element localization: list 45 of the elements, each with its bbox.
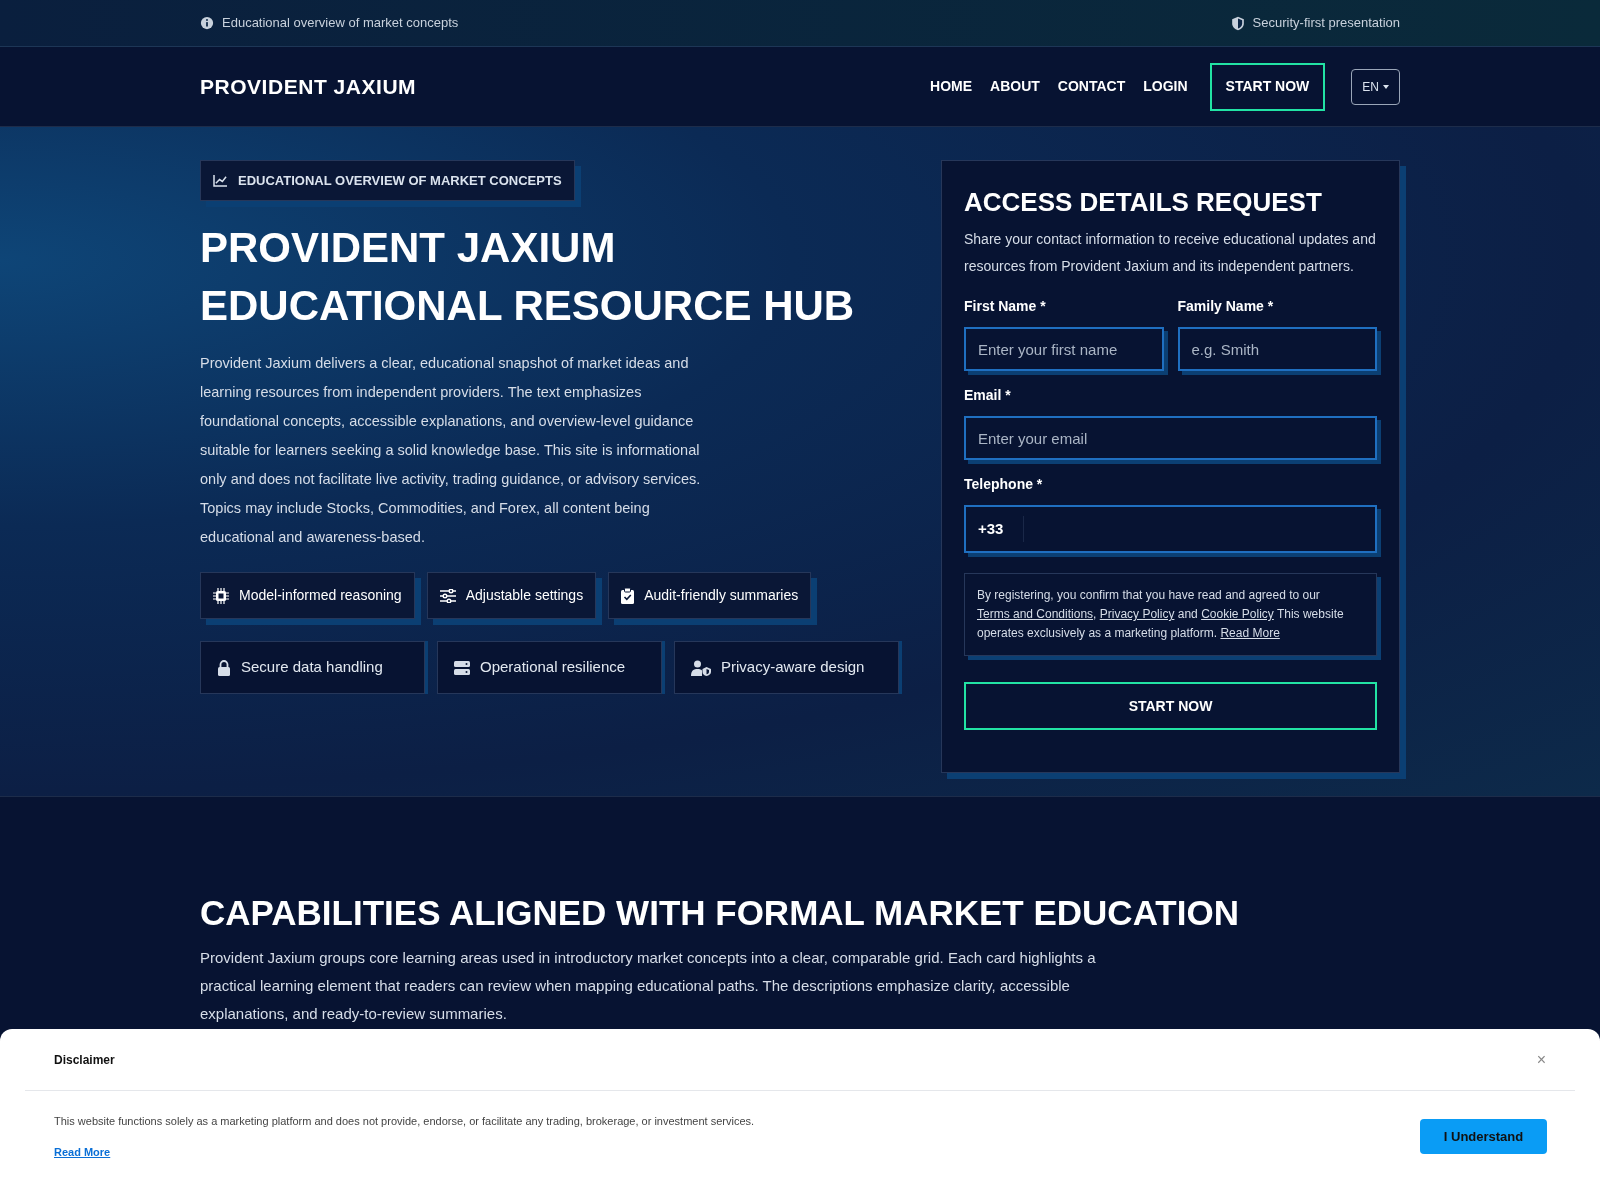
- section-title: CAPABILITIES ALIGNED WITH FORMAL MARKET EDUCATION: [200, 892, 1240, 934]
- security-text: Security-first presentation: [1252, 14, 1400, 33]
- field-label: Telephone *: [964, 475, 1044, 494]
- feature-card: Privacy-aware design: [674, 641, 899, 694]
- input-field[interactable]: e.g. Smith: [1177, 327, 1377, 371]
- start-now-button[interactable]: START NOW: [1209, 62, 1326, 111]
- submit-button[interactable]: START NOW: [964, 682, 1377, 730]
- shield-icon: [1230, 15, 1245, 31]
- disclaimer-title: Disclaimer: [54, 1051, 115, 1069]
- cookie-link[interactable]: Cookie Policy: [1201, 607, 1274, 621]
- site-logo[interactable]: PROVIDENT JAXIUM: [200, 70, 417, 103]
- field-label: Email *: [964, 386, 1012, 405]
- read-more-link[interactable]: Read More: [1220, 626, 1280, 640]
- privacy-link[interactable]: Privacy Policy: [1099, 607, 1175, 621]
- field-label: Family Name *: [1177, 297, 1275, 316]
- language-select[interactable]: EN: [1351, 68, 1400, 105]
- clipboard-check-icon: [621, 587, 635, 604]
- disclaimer-text: This website functions solely as a marketing platform and does not provide, endorse, or facilitate any trading, brokerage, or investment services.: [54, 1114, 755, 1129]
- nav-link[interactable]: HOME: [930, 76, 973, 97]
- lock-icon: [217, 659, 231, 676]
- input-field[interactable]: Enter your email: [964, 416, 1377, 460]
- info-icon: [200, 16, 214, 30]
- nav-link[interactable]: LOGIN: [1143, 76, 1188, 97]
- server-icon: [454, 660, 470, 675]
- field-label: First Name *: [964, 297, 1047, 316]
- understand-button[interactable]: I Understand: [1420, 1119, 1547, 1154]
- input-field[interactable]: Enter your first name: [964, 327, 1164, 371]
- user-shield-icon: [691, 659, 711, 676]
- cpu-icon: [213, 587, 229, 604]
- hero-badge-text: EDUCATIONAL OVERVIEW OF MARKET CONCEPTS: [238, 171, 562, 190]
- feature-card: Secure data handling: [200, 641, 425, 694]
- line-chart-icon: [213, 174, 228, 187]
- read-more-link[interactable]: Read More: [54, 1143, 111, 1160]
- feature-card: Operational resilience: [437, 641, 662, 694]
- hero-title: PROVIDENT JAXIUM EDUCATIONAL RESOURCE HUB: [200, 223, 856, 331]
- nav-link[interactable]: CONTACT: [1057, 76, 1126, 97]
- form-title: ACCESS DETAILS REQUEST: [964, 186, 1323, 219]
- nav-link[interactable]: ABOUT: [990, 76, 1040, 97]
- sliders-icon: [439, 588, 456, 603]
- form-intro: Share your contact information to receive educational updates and resources from Provident Jaxium and its independent partners.: [964, 230, 1377, 276]
- section-description: Provident Jaxium groups core learning areas used in introductory market concepts into a clear, comparable grid. Each card highlights a practical learning element that readers can review when mapping educational paths. The descriptions emphasize clarity, accessible explanations, and ready-to-review summaries.: [200, 947, 1097, 1024]
- hero-description: Provident Jaxium delivers a clear, educational snapshot of market ideas and learning resources from independent providers. The text emphasizes foundational concepts, accessible explanations, and overview-level guidance suitable for learners seeking a solid knowledge base. This site is informational only and does not facilitate live activity, trading guidance, or advisory services. Topics may include Stocks, Commodities, and Forex, all content being educational and awareness-based.: [200, 354, 702, 547]
- tagline-text: Educational overview of market concepts: [222, 14, 459, 33]
- caret-icon: [1383, 84, 1389, 89]
- close-button[interactable]: ×: [1536, 1047, 1546, 1072]
